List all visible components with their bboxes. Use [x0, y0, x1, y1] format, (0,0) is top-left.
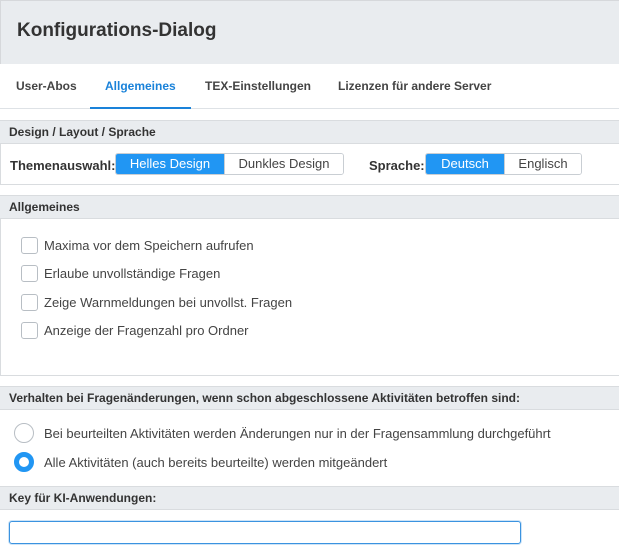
language-english-button[interactable]: Englisch — [504, 154, 581, 174]
all-activities-radio[interactable] — [14, 452, 34, 472]
collection-only-label: Bei beurteilten Aktivitäten werden Änder… — [44, 425, 551, 441]
general-section-body: Maxima vor dem Speichern aufrufen Erlaub… — [0, 219, 619, 376]
language-label: Sprache: — [369, 158, 425, 173]
dialog-title: Konfigurations-Dialog — [17, 20, 217, 41]
count-checkbox[interactable] — [21, 321, 38, 339]
ki-key-section-header: Key für KI-Anwendungen: — [0, 486, 619, 510]
dialog-header: Konfigurations-Dialog — [0, 0, 619, 64]
option-maxima-row[interactable]: Maxima vor dem Speichern aufrufen — [21, 236, 254, 254]
tab-user-abos[interactable]: User-Abos — [16, 64, 77, 109]
theme-dark-button[interactable]: Dunkles Design — [224, 154, 343, 174]
option-incomplete-row[interactable]: Erlaube unvollständige Fragen — [21, 264, 220, 282]
general-section-title: Allgemeines — [9, 200, 80, 214]
behavior-section-title: Verhalten bei Fragenänderungen, wenn sch… — [9, 391, 520, 405]
tab-bar: User-Abos Allgemeines TEX-Einstellungen … — [0, 64, 619, 109]
language-toggle: Deutsch Englisch — [425, 153, 582, 175]
ki-key-section-title: Key für KI-Anwendungen: — [9, 491, 157, 505]
tab-tex-einstellungen[interactable]: TEX-Einstellungen — [205, 64, 311, 109]
design-section-header: Design / Layout / Sprache — [0, 120, 619, 144]
design-section-title: Design / Layout / Sprache — [9, 125, 156, 139]
option-count-row[interactable]: Anzeige der Fragenzahl pro Ordner — [21, 321, 249, 339]
general-section-header: Allgemeines — [0, 195, 619, 219]
theme-toggle: Helles Design Dunkles Design — [115, 153, 344, 175]
warnings-label: Zeige Warnmeldungen bei unvollst. Fragen — [44, 294, 293, 310]
incomplete-checkbox[interactable] — [21, 264, 38, 282]
design-section-body: Themenauswahl: Helles Design Dunkles Des… — [0, 144, 619, 185]
tab-lizenzen[interactable]: Lizenzen für andere Server — [338, 64, 491, 109]
option-warnings-row[interactable]: Zeige Warnmeldungen bei unvollst. Fragen — [21, 293, 292, 311]
behavior-option-collection-only[interactable]: Bei beurteilten Aktivitäten werden Änder… — [14, 423, 551, 443]
incomplete-label: Erlaube unvollständige Fragen — [44, 265, 221, 281]
ki-key-input[interactable] — [9, 521, 521, 544]
maxima-checkbox[interactable] — [21, 236, 38, 254]
collection-only-radio[interactable] — [14, 423, 34, 443]
maxima-label: Maxima vor dem Speichern aufrufen — [44, 237, 254, 253]
theme-label: Themenauswahl: — [10, 158, 116, 173]
behavior-section-header: Verhalten bei Fragenänderungen, wenn sch… — [0, 386, 619, 410]
all-activities-label: Alle Aktivitäten (auch bereits beurteilt… — [44, 454, 388, 470]
warnings-checkbox[interactable] — [21, 293, 38, 311]
count-label: Anzeige der Fragenzahl pro Ordner — [44, 322, 249, 338]
behavior-option-all-activities[interactable]: Alle Aktivitäten (auch bereits beurteilt… — [14, 452, 387, 472]
language-german-button[interactable]: Deutsch — [426, 154, 504, 174]
tab-allgemeines[interactable]: Allgemeines — [90, 64, 191, 109]
theme-light-button[interactable]: Helles Design — [116, 154, 224, 174]
